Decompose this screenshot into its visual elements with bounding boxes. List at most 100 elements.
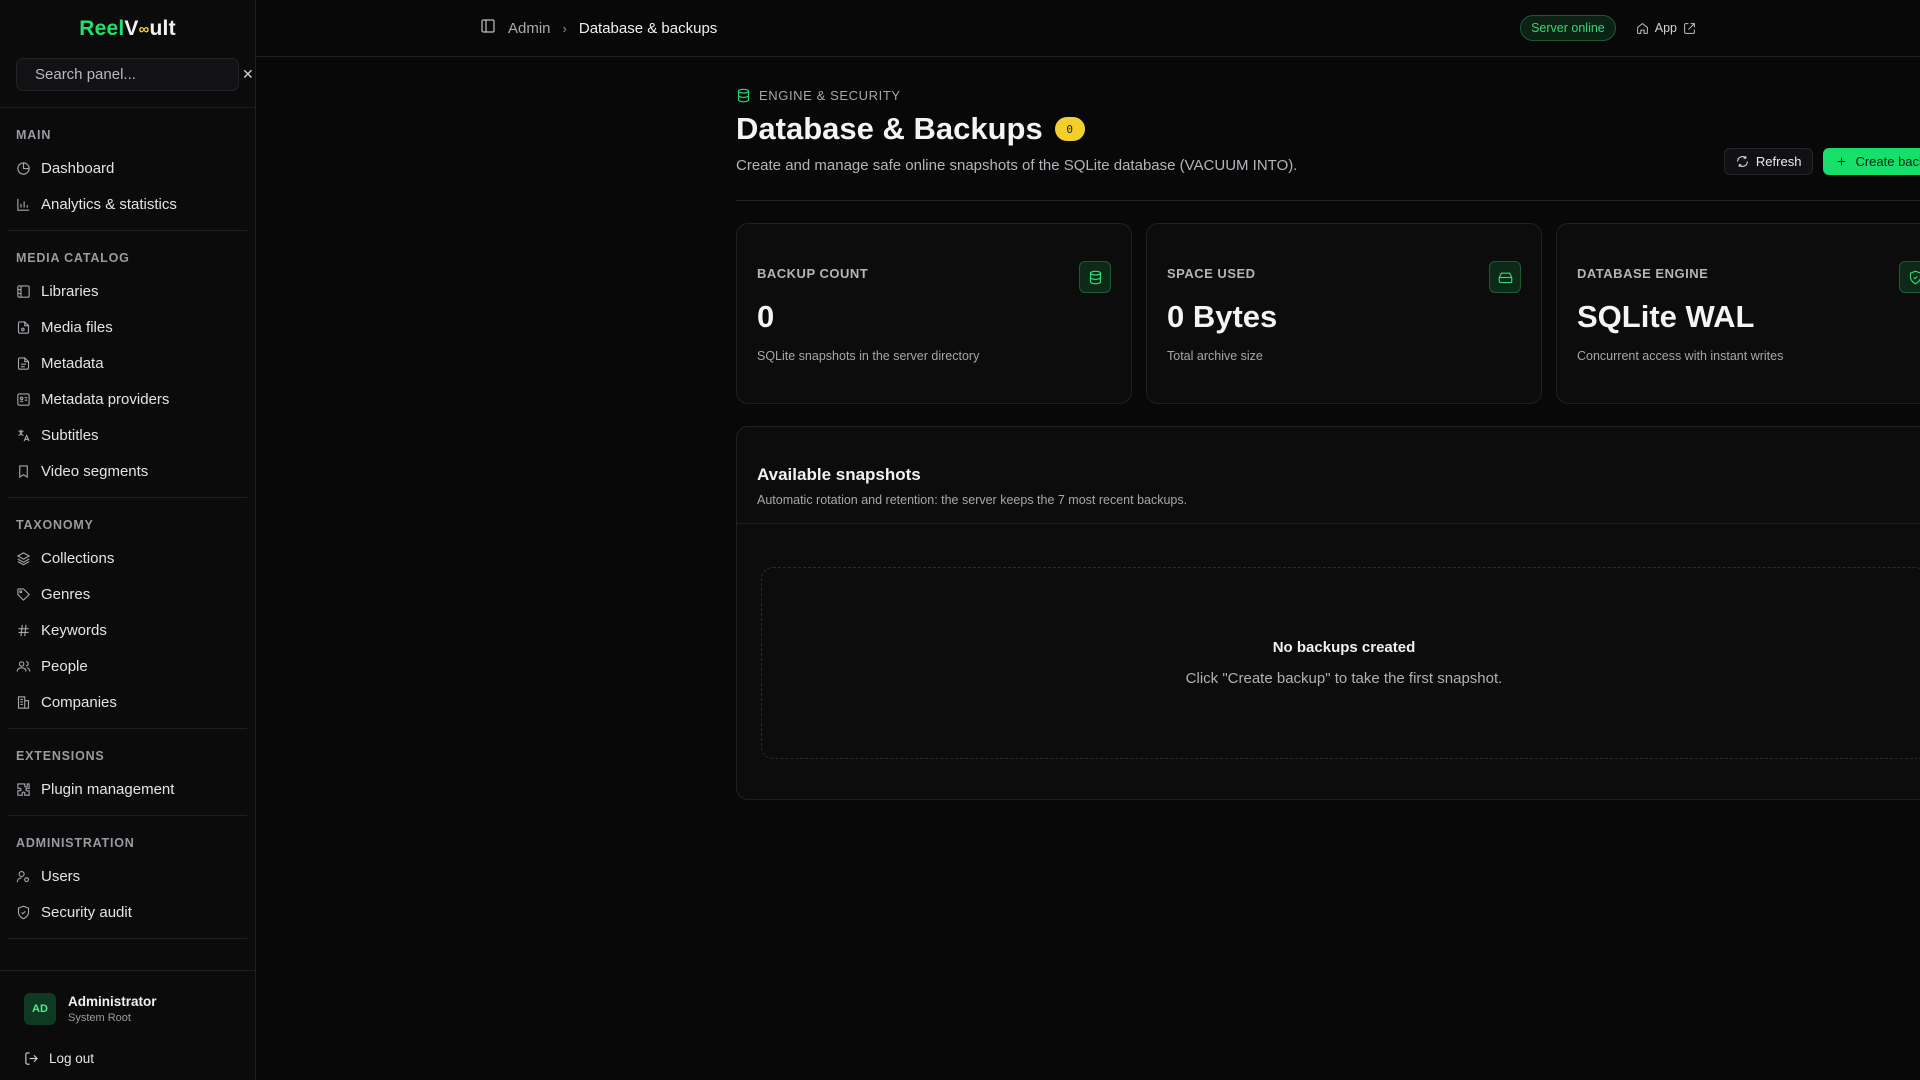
sidebar-item-label: Metadata <box>41 354 104 372</box>
breadcrumb-admin[interactable]: Admin <box>508 20 551 37</box>
stat-card-database-engine: DATABASE ENGINE SQLite WAL Concurrent ac… <box>1556 223 1920 404</box>
backup-count-badge: 0 <box>1054 117 1085 141</box>
sidebar-item-label: Companies <box>41 693 117 711</box>
document-icon <box>17 356 30 370</box>
sidebar-item-label: People <box>41 657 88 675</box>
translate-icon <box>18 429 30 441</box>
eyebrow-label: ENGINE & SECURITY <box>759 88 901 103</box>
file-icon <box>17 320 30 334</box>
logout-icon <box>25 1052 38 1065</box>
sidebar-item-plugin-management[interactable]: Plugin management <box>8 771 247 807</box>
empty-state-desc: Click "Create backup" to take the first … <box>1185 670 1503 687</box>
create-backup-button[interactable]: Create backup <box>1823 148 1920 175</box>
stat-label: BACKUP COUNT <box>757 266 869 281</box>
people-icon <box>16 660 31 672</box>
layers-icon <box>16 551 31 565</box>
library-icon <box>17 284 30 298</box>
stat-card-space-used: SPACE USED 0 Bytes Total archive size <box>1146 223 1542 404</box>
nav-section-heading: EXTENSIONS <box>16 749 105 763</box>
dashboard-icon <box>17 161 30 175</box>
sidebar-item-dashboard[interactable]: Dashboard <box>8 150 247 186</box>
sidebar-item-label: Security audit <box>41 903 132 921</box>
sidebar-item-label: Keywords <box>41 621 107 639</box>
create-backup-label: Create backup <box>1855 154 1920 169</box>
hash-icon <box>18 624 29 636</box>
sidebar-item-analytics-statistics[interactable]: Analytics & statistics <box>8 186 247 222</box>
breadcrumb-current: Database & backups <box>578 19 718 37</box>
plus-icon <box>1838 157 1846 166</box>
sidebar-item-genres[interactable]: Genres <box>8 576 247 612</box>
sidebar-item-companies[interactable]: Companies <box>8 684 247 720</box>
external-link-icon <box>1684 22 1695 34</box>
nav-section-heading: ADMINISTRATION <box>16 836 135 850</box>
stat-card-backup-count: BACKUP COUNT 0 SQLite snapshots in the s… <box>736 223 1132 404</box>
user-card[interactable]: AD Administrator System Root <box>24 993 231 1025</box>
snapshots-subtitle: Automatic rotation and retention: the se… <box>757 493 1188 507</box>
home-icon <box>1636 22 1648 34</box>
sidebar-item-libraries[interactable]: Libraries <box>8 273 247 309</box>
chart-icon <box>17 198 30 211</box>
empty-state: No backups created Click "Create backup"… <box>761 567 1920 759</box>
main-area: Admin › Database & backups Server online… <box>256 0 1920 1080</box>
stat-value: 0 Bytes <box>1167 299 1278 334</box>
refresh-label: Refresh <box>1755 154 1802 169</box>
app-link-label: App <box>1654 21 1677 35</box>
sidebar-item-metadata-providers[interactable]: Metadata providers <box>8 381 247 417</box>
sidebar-nav: MAIN Dashboard Analytics & statistics MEDIA… <box>0 108 255 939</box>
stat-desc: Total archive size <box>1167 349 1263 363</box>
stats-row: BACKUP COUNT 0 SQLite snapshots in the s… <box>736 223 1920 404</box>
nav-section-heading: MEDIA CATALOG <box>16 251 130 265</box>
sidebar-item-label: Media files <box>41 318 113 336</box>
logout-button[interactable]: Log out <box>24 1051 231 1066</box>
sidebar-item-collections[interactable]: Collections <box>8 540 247 576</box>
sidebar-item-label: Collections <box>41 549 115 567</box>
sidebar-item-security-audit[interactable]: Security audit <box>8 894 247 930</box>
sidebar-item-metadata[interactable]: Metadata <box>8 345 247 381</box>
sidebar-item-keywords[interactable]: Keywords <box>8 612 247 648</box>
database-icon <box>737 88 750 103</box>
sidebar-item-subtitles[interactable]: Subtitles <box>8 417 247 453</box>
brand-logo[interactable]: Reel V ∞ ult <box>0 0 255 58</box>
app-link[interactable]: App <box>1636 21 1696 35</box>
database-icon <box>1079 261 1111 293</box>
nav-section-heading: MAIN <box>16 128 52 142</box>
sidebar: ReelV∞ult ✕ MAIN Dashboard Analytics & sta… <box>0 0 256 1080</box>
sidebar-item-label: Video segments <box>41 462 149 480</box>
user-role: System Root <box>68 1012 131 1024</box>
sidebar-item-label: Genres <box>41 585 91 603</box>
sidebar-item-label: Dashboard <box>41 159 115 177</box>
panel-left-icon <box>481 18 495 33</box>
page-eyebrow: ENGINE & SECURITY <box>736 88 1920 103</box>
app-root: ReelV∞ult ✕ MAIN Dashboard Analytics & sta… <box>0 0 1920 1080</box>
search-box: ✕ <box>16 58 254 91</box>
snapshots-title: Available snapshots <box>757 465 921 484</box>
topbar: Admin › Database & backups Server online… <box>256 0 1920 57</box>
sidebar-item-video-segments[interactable]: Video segments <box>8 453 247 489</box>
avatar: AD <box>24 993 56 1025</box>
stat-desc: Concurrent access with instant writes <box>1577 349 1784 363</box>
search-input[interactable] <box>35 66 234 83</box>
stat-label: DATABASE ENGINE <box>1577 266 1709 281</box>
sidebar-item-people[interactable]: People <box>8 648 247 684</box>
puzzle-icon <box>17 782 30 796</box>
building-icon <box>17 695 30 709</box>
server-status-badge: Server online <box>1520 15 1616 41</box>
sidebar-item-media-files[interactable]: Media files <box>8 309 247 345</box>
snapshots-panel: Available snapshots Automatic rotation a… <box>736 426 1920 800</box>
nav-section-media-catalog: MEDIA CATALOG Libraries Media files Metadat… <box>8 231 247 498</box>
sidebar-footer: AD Administrator System Root Log out <box>0 970 255 1080</box>
sidebar-toggle-button[interactable] <box>480 18 496 39</box>
provider-icon <box>17 392 30 406</box>
brand-mark-icon: ∞ <box>138 20 150 38</box>
close-icon[interactable]: ✕ <box>242 66 254 83</box>
nav-section-administration: ADMINISTRATION Users Security audit <box>8 816 247 939</box>
page-content: ENGINE & SECURITY Database & Backups 0 C… <box>736 88 1920 800</box>
brand-reel: Reel <box>79 17 125 40</box>
sidebar-item-label: Users <box>41 867 81 885</box>
shield-check-icon <box>1899 261 1920 293</box>
stat-value: SQLite WAL <box>1577 299 1755 334</box>
sidebar-item-users[interactable]: Users <box>8 858 247 894</box>
empty-state-title: No backups created <box>1272 639 1416 656</box>
user-icon <box>16 870 30 882</box>
refresh-button[interactable]: Refresh <box>1723 148 1814 175</box>
